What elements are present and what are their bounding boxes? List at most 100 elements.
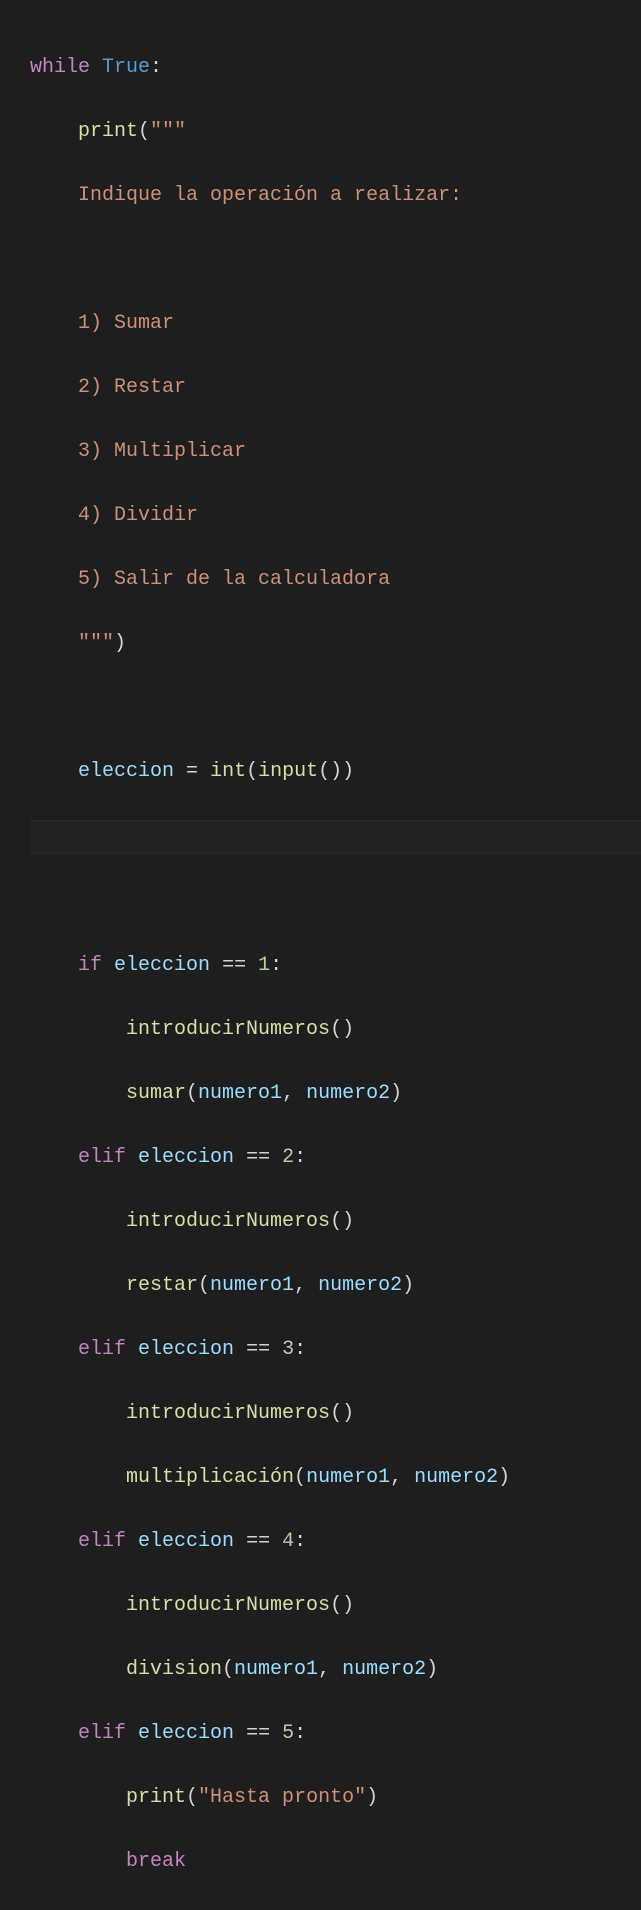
rparen: ): [366, 1786, 378, 1809]
comma: ,: [282, 1082, 306, 1105]
lparen: (: [330, 1018, 342, 1041]
var-eleccion: eleccion: [138, 1338, 234, 1361]
rparen: ): [342, 1210, 354, 1233]
keyword-elif: elif: [78, 1530, 126, 1553]
comma: ,: [294, 1274, 318, 1297]
lparen: (: [138, 120, 150, 143]
code-line: 4) Dividir: [30, 500, 641, 532]
fn-division: division: [126, 1658, 222, 1681]
var-numero2: numero2: [318, 1274, 402, 1297]
var-eleccion: eleccion: [138, 1146, 234, 1169]
var-numero2: numero2: [414, 1466, 498, 1489]
var-eleccion: eleccion: [78, 760, 174, 783]
var-eleccion: eleccion: [138, 1722, 234, 1745]
keyword-elif: elif: [78, 1722, 126, 1745]
keyword-while: while: [30, 56, 90, 79]
code-line: introducirNumeros(): [30, 1014, 641, 1046]
code-line: introducirNumeros(): [30, 1206, 641, 1238]
fn-print: print: [126, 1786, 186, 1809]
lparen: (: [330, 1594, 342, 1617]
lparen: (: [246, 760, 258, 783]
rparen: ): [426, 1658, 438, 1681]
num: 3: [282, 1338, 294, 1361]
colon: :: [294, 1722, 306, 1745]
code-line: 5) Salir de la calculadora: [30, 564, 641, 596]
num: 4: [282, 1530, 294, 1553]
rparen: ): [342, 760, 354, 783]
code-line: break: [30, 1846, 641, 1878]
num: 5: [282, 1722, 294, 1745]
code-line: print(""": [30, 116, 641, 148]
code-line: introducirNumeros(): [30, 1590, 641, 1622]
fn-introducir: introducirNumeros: [126, 1402, 330, 1425]
code-line: [30, 692, 641, 724]
var-numero2: numero2: [306, 1082, 390, 1105]
code-line: multiplicación(numero1, numero2): [30, 1462, 641, 1494]
comma: ,: [318, 1658, 342, 1681]
rparen: ): [402, 1274, 414, 1297]
code-line: 3) Multiplicar: [30, 436, 641, 468]
fn-introducir: introducirNumeros: [126, 1210, 330, 1233]
fn-introducir: introducirNumeros: [126, 1018, 330, 1041]
rparen: ): [342, 1402, 354, 1425]
rparen: ): [390, 1082, 402, 1105]
fn-int: int: [210, 760, 246, 783]
num: 2: [282, 1146, 294, 1169]
keyword-break: break: [126, 1850, 186, 1873]
str-menu-item: 1) Sumar: [78, 312, 174, 335]
keyword-if: if: [78, 954, 102, 977]
colon: :: [294, 1530, 306, 1553]
code-line: while True:: [30, 52, 641, 84]
code-line: [30, 886, 641, 918]
colon: :: [294, 1338, 306, 1361]
code-line: division(numero1, numero2): [30, 1654, 641, 1686]
str-menu-item: 5) Salir de la calculadora: [78, 568, 390, 591]
code-line: Indique la operación a realizar:: [30, 180, 641, 212]
code-line: 1) Sumar: [30, 308, 641, 340]
str-menu: Indique la operación a realizar:: [78, 184, 462, 207]
str-menu-item: 3) Multiplicar: [78, 440, 246, 463]
num: 1: [258, 954, 270, 977]
code-line: print("Hasta pronto"): [30, 1782, 641, 1814]
keyword-elif: elif: [78, 1146, 126, 1169]
code-line: elif eleccion == 5:: [30, 1718, 641, 1750]
fn-sumar: sumar: [126, 1082, 186, 1105]
code-block: while True: print(""" Indique la operaci…: [30, 20, 641, 1910]
eq: ==: [246, 1338, 270, 1361]
var-eleccion: eleccion: [114, 954, 210, 977]
code-line: if eleccion == 1:: [30, 950, 641, 982]
colon: :: [270, 954, 282, 977]
code-line: elif eleccion == 3:: [30, 1334, 641, 1366]
code-line: restar(numero1, numero2): [30, 1270, 641, 1302]
lparen: (: [186, 1786, 198, 1809]
var-numero2: numero2: [342, 1658, 426, 1681]
rparen: ): [342, 1018, 354, 1041]
code-line: eleccion = int(input()): [30, 756, 641, 788]
lparen: (: [330, 1402, 342, 1425]
var-numero1: numero1: [306, 1466, 390, 1489]
rparen: ): [342, 1594, 354, 1617]
colon: :: [294, 1146, 306, 1169]
fn-print: print: [78, 120, 138, 143]
code-line-highlighted: [30, 820, 641, 854]
var-numero1: numero1: [234, 1658, 318, 1681]
lparen: (: [330, 1210, 342, 1233]
code-line: elif eleccion == 2:: [30, 1142, 641, 1174]
rparen: ): [330, 760, 342, 783]
str-triple-open: """: [150, 120, 186, 143]
code-line: elif eleccion == 4:: [30, 1526, 641, 1558]
lparen: (: [222, 1658, 234, 1681]
eq: ==: [246, 1722, 270, 1745]
fn-restar: restar: [126, 1274, 198, 1297]
fn-input: input: [258, 760, 318, 783]
comma: ,: [390, 1466, 414, 1489]
str-triple-close: """: [78, 632, 114, 655]
code-line: """): [30, 628, 641, 660]
lparen: (: [186, 1082, 198, 1105]
keyword-elif: elif: [78, 1338, 126, 1361]
var-numero1: numero1: [210, 1274, 294, 1297]
keyword-true: True: [102, 56, 150, 79]
str-hasta: "Hasta pronto": [198, 1786, 366, 1809]
assign: =: [186, 760, 198, 783]
code-line: introducirNumeros(): [30, 1398, 641, 1430]
